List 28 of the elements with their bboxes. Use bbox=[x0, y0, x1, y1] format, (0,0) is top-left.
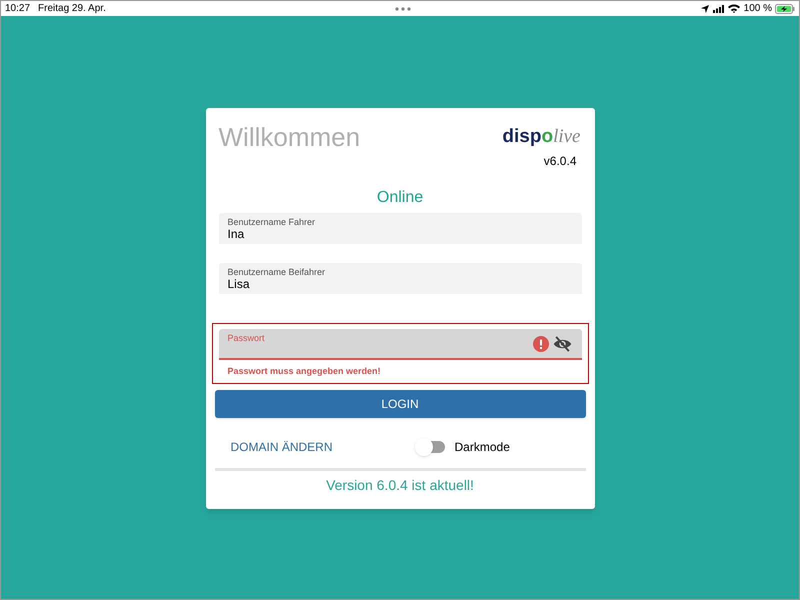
status-date: Freitag 29. Apr. bbox=[38, 2, 106, 16]
logo: dispolive bbox=[502, 125, 580, 148]
error-message: Passwort muss angegeben werden! bbox=[226, 365, 382, 378]
error-icon bbox=[532, 336, 548, 352]
login-button[interactable]: LOGIN bbox=[214, 390, 586, 418]
battery-icon bbox=[775, 4, 795, 14]
version-label: v6.0.4 bbox=[544, 153, 576, 170]
connection-status: Online bbox=[376, 188, 424, 208]
darkmode-toggle[interactable] bbox=[416, 440, 445, 452]
more-icon bbox=[395, 6, 412, 10]
welcome-title: Willkommen bbox=[218, 122, 360, 154]
wifi-icon bbox=[728, 4, 740, 13]
darkmode-label: Darkmode bbox=[454, 438, 510, 456]
signal-icon bbox=[712, 4, 725, 12]
input-field[interactable]: Benutzername Beifahrer Lisa bbox=[218, 263, 582, 294]
eye-off-icon[interactable] bbox=[552, 336, 572, 352]
field-label: Benutzername Fahrer bbox=[228, 217, 316, 227]
input-field[interactable]: Passwort bbox=[218, 329, 582, 360]
field-label: Passwort bbox=[228, 333, 266, 343]
update-status: Version 6.0.4 ist aktuell! bbox=[325, 476, 475, 494]
field-label: Benutzername Beifahrer bbox=[228, 267, 326, 277]
battery-percent: 100 % bbox=[744, 2, 772, 16]
field-value: Ina bbox=[228, 227, 246, 242]
domain-link[interactable]: DOMAIN ÄNDERN bbox=[230, 438, 333, 456]
status-time: 10:27 bbox=[5, 2, 30, 16]
field-value: Lisa bbox=[228, 277, 251, 292]
location-icon bbox=[700, 4, 709, 12]
input-field[interactable]: Benutzername Fahrer Ina bbox=[218, 213, 582, 244]
